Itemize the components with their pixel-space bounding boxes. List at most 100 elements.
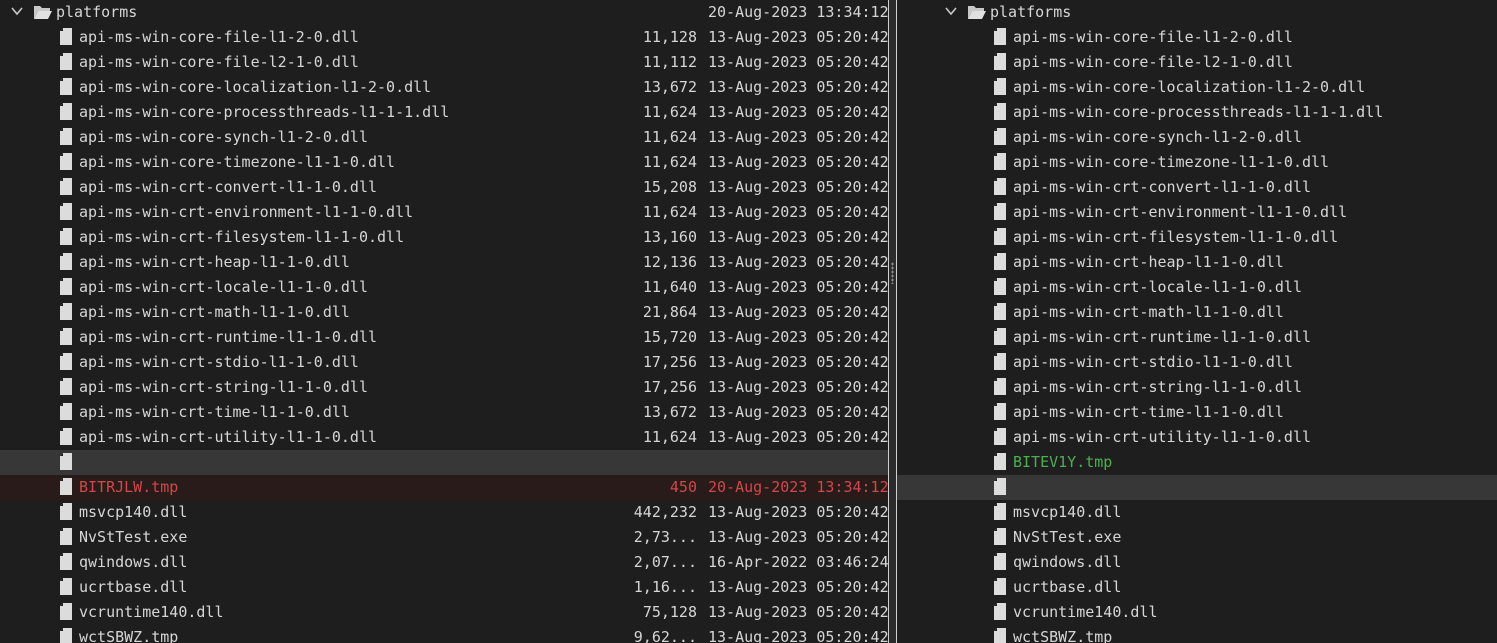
folder-open-icon xyxy=(34,6,52,19)
file-row[interactable]: api-ms-win-core-file-l1-2-0.dll xyxy=(897,25,1497,50)
file-row[interactable]: NvStTest.exe xyxy=(897,525,1497,550)
file-size: 11,128 xyxy=(642,28,697,46)
file-row[interactable]: api-ms-win-core-localization-l1-2-0.dll 1… xyxy=(0,75,888,100)
file-row[interactable]: api-ms-win-crt-time-l1-1-0.dll xyxy=(897,400,1497,425)
file-name: api-ms-win-crt-environment-l1-1-0.dll xyxy=(79,203,414,221)
left-folder-row[interactable]: platforms 20-Aug-2023 13:34:12 xyxy=(0,0,888,25)
file-row[interactable]: api-ms-win-core-synch-l1-2-0.dll 11,624 13… xyxy=(0,125,888,150)
file-row[interactable]: api-ms-win-crt-stdio-l1-1-0.dll xyxy=(897,350,1497,375)
file-row[interactable]: api-ms-win-core-file-l2-1-0.dll 11,112 13-… xyxy=(0,50,888,75)
file-date: 13-Aug-2023 05:20:42 xyxy=(708,603,888,621)
file-row[interactable]: ucrtbase.dll 1,16... 13-Aug-2023 05:20:42 xyxy=(0,575,888,600)
file-row[interactable]: api-ms-win-crt-math-l1-1-0.dll xyxy=(897,300,1497,325)
file-row[interactable]: api-ms-win-crt-runtime-l1-1-0.dll xyxy=(897,325,1497,350)
file-date: 20-Aug-2023 13:34:12 xyxy=(708,478,888,496)
file-row[interactable]: api-ms-win-core-timezone-l1-1-0.dll xyxy=(897,150,1497,175)
file-size: 2,73... xyxy=(633,528,697,546)
file-icon xyxy=(60,603,72,620)
file-row[interactable]: api-ms-win-crt-locale-l1-1-0.dll xyxy=(897,275,1497,300)
placeholder-row[interactable] xyxy=(897,475,1497,500)
right-folder-row[interactable]: platforms xyxy=(897,0,1497,25)
file-row[interactable]: qwindows.dll xyxy=(897,550,1497,575)
file-row[interactable]: api-ms-win-core-localization-l1-2-0.dll xyxy=(897,75,1497,100)
file-name: ucrtbase.dll xyxy=(79,578,188,596)
file-name: vcruntime140.dll xyxy=(1013,603,1158,621)
file-icon xyxy=(994,453,1006,470)
file-row[interactable]: wctSBWZ.tmp xyxy=(897,625,1497,643)
file-date: 13-Aug-2023 05:20:42 xyxy=(708,28,888,46)
file-icon xyxy=(994,428,1006,445)
file-row[interactable]: BITRJLW.tmp 450 20-Aug-2023 13:34:12 xyxy=(0,475,888,500)
file-size: 2,07... xyxy=(633,553,697,571)
file-row[interactable]: api-ms-win-crt-heap-l1-1-0.dll xyxy=(897,250,1497,275)
left-pane[interactable]: platforms 20-Aug-2023 13:34:12 api-ms-wi… xyxy=(0,0,888,643)
file-row[interactable]: api-ms-win-core-processthreads-l1-1-1.dl… xyxy=(897,100,1497,125)
file-icon xyxy=(60,253,72,270)
file-size: 1,16... xyxy=(633,578,697,596)
file-name: msvcp140.dll xyxy=(79,503,188,521)
file-row[interactable]: vcruntime140.dll xyxy=(897,600,1497,625)
file-row[interactable]: vcruntime140.dll 75,128 13-Aug-2023 05:20:… xyxy=(0,600,888,625)
file-row[interactable]: api-ms-win-crt-environment-l1-1-0.dll xyxy=(897,200,1497,225)
file-date: 13-Aug-2023 05:20:42 xyxy=(708,228,888,246)
file-icon xyxy=(60,303,72,320)
file-icon xyxy=(994,628,1006,643)
file-icon xyxy=(60,328,72,345)
file-row[interactable]: api-ms-win-crt-convert-l1-1-0.dll xyxy=(897,175,1497,200)
file-row[interactable]: api-ms-win-crt-environment-l1-1-0.dll 11,… xyxy=(0,200,888,225)
file-row[interactable]: ucrtbase.dll xyxy=(897,575,1497,600)
file-row[interactable]: api-ms-win-crt-time-l1-1-0.dll 13,672 13-A… xyxy=(0,400,888,425)
file-row[interactable]: api-ms-win-core-file-l2-1-0.dll xyxy=(897,50,1497,75)
file-row[interactable]: api-ms-win-crt-utility-l1-1-0.dll xyxy=(897,425,1497,450)
file-row[interactable]: api-ms-win-crt-convert-l1-1-0.dll 15,208 1… xyxy=(0,175,888,200)
splitter-grip-icon[interactable] xyxy=(891,262,894,284)
file-size: 11,624 xyxy=(642,153,697,171)
file-size: 11,624 xyxy=(642,203,697,221)
file-name: api-ms-win-core-timezone-l1-1-0.dll xyxy=(79,153,396,171)
file-row[interactable]: api-ms-win-core-synch-l1-2-0.dll xyxy=(897,125,1497,150)
placeholder-row[interactable] xyxy=(0,450,888,475)
file-row[interactable]: api-ms-win-crt-math-l1-1-0.dll 21,864 13-A… xyxy=(0,300,888,325)
file-date: 13-Aug-2023 05:20:42 xyxy=(708,128,888,146)
file-icon xyxy=(60,153,72,170)
right-pane[interactable]: platforms api-ms-win-core-file-l1-2-0.dl… xyxy=(897,0,1497,643)
file-row[interactable]: api-ms-win-crt-filesystem-l1-1-0.dll xyxy=(897,225,1497,250)
file-name: api-ms-win-crt-heap-l1-1-0.dll xyxy=(79,253,350,271)
file-name: api-ms-win-crt-string-l1-1-0.dll xyxy=(79,378,368,396)
file-row[interactable]: api-ms-win-crt-filesystem-l1-1-0.dll 13,1… xyxy=(0,225,888,250)
file-row[interactable]: api-ms-win-core-timezone-l1-1-0.dll 11,62… xyxy=(0,150,888,175)
file-row[interactable]: NvStTest.exe 2,73... 13-Aug-2023 05:20:42 xyxy=(0,525,888,550)
file-name: BITRJLW.tmp xyxy=(79,478,179,496)
file-row[interactable]: api-ms-win-crt-runtime-l1-1-0.dll 15,720 1… xyxy=(0,325,888,350)
file-name: api-ms-win-crt-math-l1-1-0.dll xyxy=(1013,303,1284,321)
file-row[interactable]: api-ms-win-crt-heap-l1-1-0.dll 12,136 13-A… xyxy=(0,250,888,275)
file-date: 13-Aug-2023 05:20:42 xyxy=(708,203,888,221)
file-icon xyxy=(994,603,1006,620)
file-row[interactable]: api-ms-win-core-processthreads-l1-1-1.dl… xyxy=(0,100,888,125)
pane-splitter[interactable] xyxy=(888,0,897,643)
file-icon xyxy=(60,353,72,370)
file-name: api-ms-win-crt-runtime-l1-1-0.dll xyxy=(79,328,378,346)
file-row[interactable]: BITEV1Y.tmp xyxy=(897,450,1497,475)
file-row[interactable]: api-ms-win-crt-utility-l1-1-0.dll 11,624 1… xyxy=(0,425,888,450)
file-name: ucrtbase.dll xyxy=(1013,578,1122,596)
file-row[interactable]: wctSBWZ.tmp 9,62... 13-Aug-2023 05:20:42 xyxy=(0,625,888,643)
file-name: api-ms-win-core-localization-l1-2-0.dll xyxy=(79,78,432,96)
file-name: api-ms-win-core-processthreads-l1-1-1.dl… xyxy=(79,103,450,121)
file-name: api-ms-win-crt-filesystem-l1-1-0.dll xyxy=(1013,228,1339,246)
file-row[interactable]: api-ms-win-core-file-l1-2-0.dll 11,128 13-… xyxy=(0,25,888,50)
file-row[interactable]: api-ms-win-crt-stdio-l1-1-0.dll 17,256 13-… xyxy=(0,350,888,375)
file-row[interactable]: api-ms-win-crt-locale-l1-1-0.dll 11,640 13… xyxy=(0,275,888,300)
file-row[interactable]: msvcp140.dll xyxy=(897,500,1497,525)
file-row[interactable]: api-ms-win-crt-string-l1-1-0.dll xyxy=(897,375,1497,400)
chevron-down-icon[interactable] xyxy=(945,5,957,17)
file-name: api-ms-win-core-file-l2-1-0.dll xyxy=(79,53,359,71)
file-row[interactable]: api-ms-win-crt-string-l1-1-0.dll 17,256 13… xyxy=(0,375,888,400)
file-size: 442,232 xyxy=(633,503,697,521)
file-date: 13-Aug-2023 05:20:42 xyxy=(708,78,888,96)
file-icon xyxy=(994,153,1006,170)
file-row[interactable]: qwindows.dll 2,07... 16-Apr-2022 03:46:24 xyxy=(0,550,888,575)
chevron-down-icon[interactable] xyxy=(11,5,23,17)
file-row[interactable]: msvcp140.dll 442,232 13-Aug-2023 05:20:42 xyxy=(0,500,888,525)
file-name: api-ms-win-crt-utility-l1-1-0.dll xyxy=(79,428,378,446)
